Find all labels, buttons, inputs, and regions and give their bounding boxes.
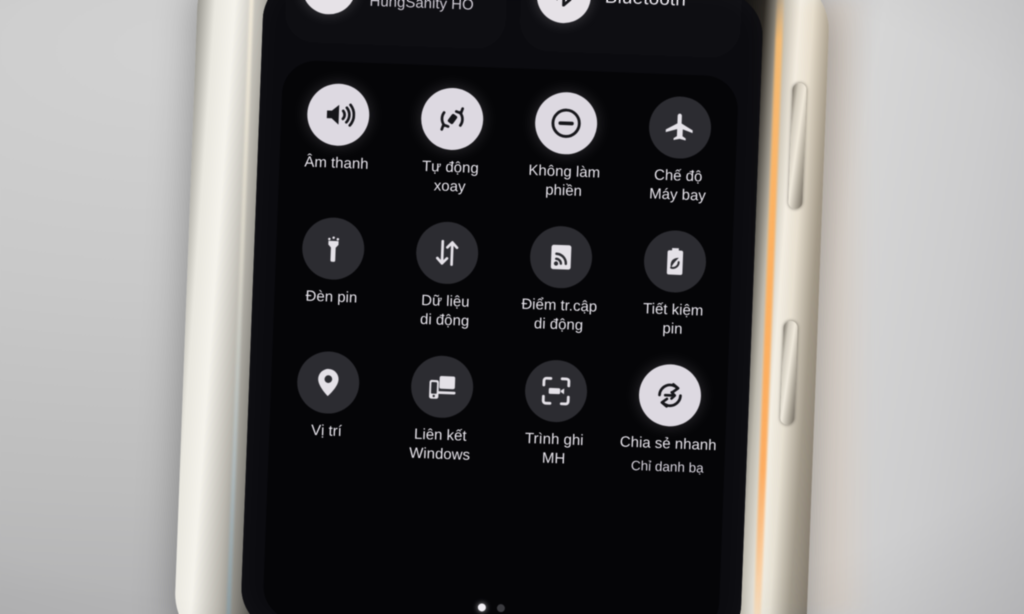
location-tile[interactable]: Vị trí <box>268 350 386 465</box>
airplane-tile[interactable]: Chế độ Máy bay <box>620 94 738 206</box>
quick-settings-panel: Wi-Fi HungSanity HO Bluetooth <box>239 0 765 614</box>
do-not-disturb-icon <box>533 91 599 156</box>
data-transfer-icon <box>415 220 480 286</box>
quick-share-icon <box>637 363 703 428</box>
page-dot-1[interactable] <box>477 603 486 612</box>
battery-saver-tile[interactable]: Tiết kiệm pin <box>615 229 733 341</box>
battery-saver-tile-label: Tiết kiệm pin <box>642 300 704 338</box>
hotspot-tile[interactable]: Điểm tr.cập di động <box>501 224 619 336</box>
dnd-tile[interactable]: Không làm phiền <box>506 90 624 202</box>
quick-share-tile-sublabel: Chỉ danh bạ <box>630 457 704 476</box>
sound-tile[interactable]: Âm thanh <box>278 82 396 194</box>
bluetooth-icon <box>535 0 592 25</box>
auto-rotate-tile[interactable]: Tự động xoay <box>392 86 510 198</box>
bluetooth-tile[interactable]: Bluetooth <box>518 0 744 59</box>
screen-record-tile[interactable]: Trình ghi MH <box>496 358 614 473</box>
quick-share-tile-label: Chia sẻ nhanh <box>619 433 717 455</box>
dnd-tile-label: Không làm phiền <box>528 161 601 200</box>
wifi-icon <box>301 0 358 16</box>
hotspot-icon <box>528 225 594 290</box>
auto-rotate-icon <box>420 86 485 152</box>
bluetooth-text-block: Bluetooth <box>604 0 686 12</box>
screen-record-tile-label: Trình ghi MH <box>524 430 584 468</box>
screen-recorder-icon <box>523 359 589 424</box>
hotspot-tile-label: Điểm tr.cập di động <box>521 295 598 334</box>
airplane-tile-label: Chế độ Máy bay <box>648 166 707 205</box>
page-indicator <box>263 595 719 614</box>
airplane-icon <box>647 95 713 160</box>
bluetooth-title: Bluetooth <box>604 0 686 12</box>
location-tile-label: Vị trí <box>310 422 343 441</box>
page-dot-2[interactable] <box>496 604 505 613</box>
smartphone-device: Wi-Fi HungSanity HO Bluetooth <box>173 0 831 614</box>
quick-settings-grid: Âm thanh Tự động xoay Không làm phiền Ch… <box>268 82 738 478</box>
connectivity-tile-row: Wi-Fi HungSanity HO Bluetooth <box>283 0 744 59</box>
screenshot-stage: Wi-Fi HungSanity HO Bluetooth <box>0 0 1024 614</box>
flashlight-tile-label: Đèn pin <box>305 287 358 307</box>
link-windows-tile[interactable]: Liên kết Windows <box>382 354 500 469</box>
quick-share-tile[interactable]: Chia sẻ nhanh Chỉ danh bạ <box>610 363 728 478</box>
sound-tile-label: Âm thanh <box>304 153 369 173</box>
flashlight-icon <box>301 216 366 281</box>
mobile-data-tile-label: Dữ liệu di động <box>419 292 470 330</box>
wifi-text-block: Wi-Fi HungSanity HO <box>369 0 475 14</box>
location-pin-icon <box>296 350 361 416</box>
flashlight-tile[interactable]: Đèn pin <box>273 216 391 328</box>
link-windows-tile-label: Liên kết Windows <box>408 426 471 464</box>
volume-up-icon <box>306 82 371 147</box>
battery-saver-icon <box>642 229 708 294</box>
link-to-windows-icon <box>409 355 475 420</box>
wifi-network-name: HungSanity HO <box>369 0 475 14</box>
phone-screen: Wi-Fi HungSanity HO Bluetooth <box>239 0 765 614</box>
mobile-data-tile[interactable]: Dữ liệu di động <box>387 220 505 332</box>
auto-rotate-tile-label: Tự động xoay <box>421 157 480 196</box>
wifi-tile[interactable]: Wi-Fi HungSanity HO <box>283 0 510 50</box>
quick-settings-tile-card: Âm thanh Tự động xoay Không làm phiền Ch… <box>262 59 739 614</box>
